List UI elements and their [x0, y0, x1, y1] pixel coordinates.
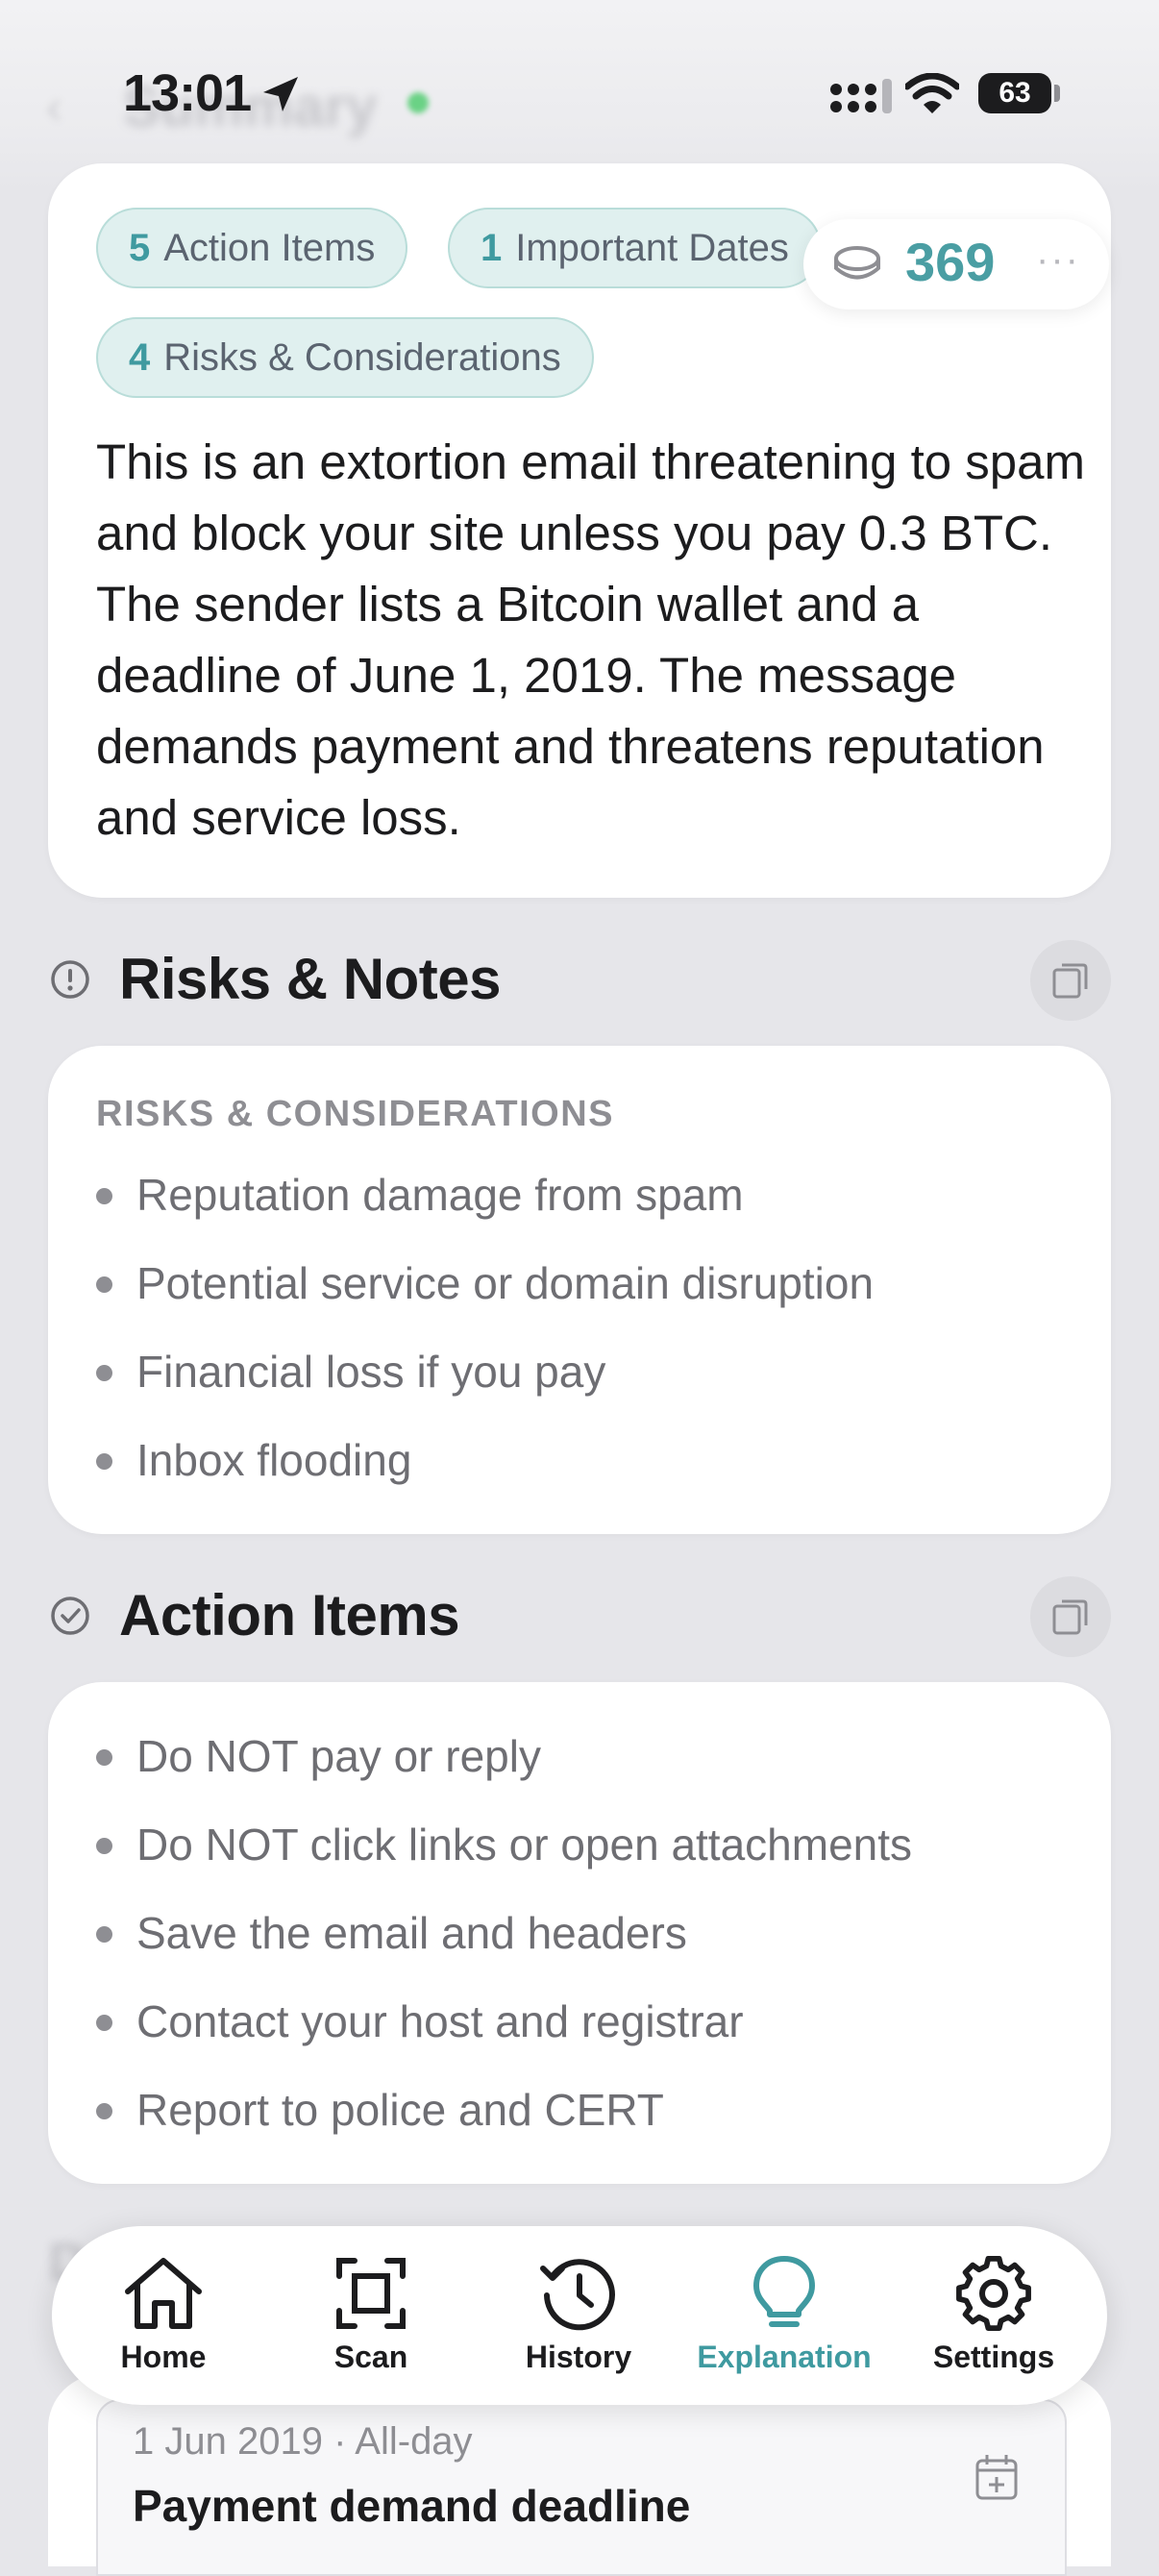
chip-label: Important Dates	[515, 227, 789, 269]
exclamation-circle-icon	[51, 960, 89, 999]
wifi-icon	[905, 73, 959, 113]
chip-label: Action Items	[163, 227, 376, 269]
check-circle-icon	[51, 1597, 89, 1635]
copy-actions-button[interactable]	[1030, 1576, 1111, 1657]
coin-icon	[834, 246, 880, 280]
location-arrow-icon	[263, 77, 298, 111]
tab-label: Scan	[333, 2340, 408, 2374]
actions-section-title: Action Items	[119, 1583, 460, 1647]
date-event-meta: 1 Jun 2019 · All-day	[133, 2420, 473, 2463]
list-item: Potential service or domain disruption	[95, 1258, 875, 1308]
add-to-calendar-icon[interactable]	[974, 2453, 1019, 2501]
chip-count: 4	[129, 336, 151, 379]
copy-icon	[1052, 1599, 1088, 1635]
chip-important-dates[interactable]: 1 Important Dates	[448, 208, 822, 288]
tab-label: Explanation	[697, 2340, 872, 2374]
cellular-signal-icon	[830, 79, 892, 113]
tab-history[interactable]: History	[482, 2255, 675, 2375]
more-options-icon[interactable]: ···	[1036, 238, 1080, 282]
copy-risks-button[interactable]	[1030, 940, 1111, 1021]
chip-count: 5	[129, 227, 151, 269]
status-dot	[407, 92, 429, 113]
tab-home[interactable]: Home	[67, 2255, 259, 2375]
risks-subheading: RISKS & CONSIDERATIONS	[96, 1094, 615, 1134]
list-item: Financial loss if you pay	[95, 1347, 606, 1397]
tab-scan[interactable]: Scan	[275, 2255, 467, 2375]
chip-risks[interactable]: 4 Risks & Considerations	[96, 317, 594, 398]
tab-label: Home	[120, 2340, 207, 2374]
list-item: Do NOT click links or open attachments	[95, 1820, 913, 1870]
battery-cap	[1054, 85, 1060, 102]
status-time: 13:01	[123, 64, 252, 122]
lightbulb-icon	[753, 2256, 815, 2327]
battery-indicator: 63	[978, 73, 1051, 113]
copy-icon	[1052, 963, 1088, 999]
list-item: Inbox flooding	[95, 1435, 412, 1485]
list-item: Reputation damage from spam	[96, 1170, 744, 1220]
list-item: Save the email and headers	[96, 1908, 687, 1958]
list-item: Report to police and CERT	[96, 2085, 664, 2135]
history-icon	[540, 2259, 615, 2331]
chip-action-items[interactable]: 5 Action Items	[96, 208, 408, 288]
list-item: Contact your host and registrar	[96, 1996, 744, 2046]
chip-count: 1	[481, 227, 503, 269]
summary-text: This is an extortion email threatening t…	[96, 434, 1086, 845]
date-event-title: Payment demand deadline	[133, 2481, 691, 2531]
coin-balance: 369	[905, 232, 996, 292]
scan-icon	[336, 2258, 406, 2329]
gear-icon	[956, 2256, 1031, 2331]
house-icon	[125, 2258, 202, 2329]
tab-settings[interactable]: Settings	[898, 2255, 1090, 2375]
tab-label: History	[525, 2340, 632, 2374]
tab-label: Settings	[932, 2340, 1055, 2374]
chip-label: Risks & Considerations	[163, 336, 561, 379]
tab-explanation[interactable]: Explanation	[688, 2255, 880, 2375]
risks-section-title: Risks & Notes	[119, 947, 501, 1011]
back-chevron-icon[interactable]: ‹	[46, 79, 62, 135]
list-item: Do NOT pay or reply	[96, 1731, 541, 1781]
